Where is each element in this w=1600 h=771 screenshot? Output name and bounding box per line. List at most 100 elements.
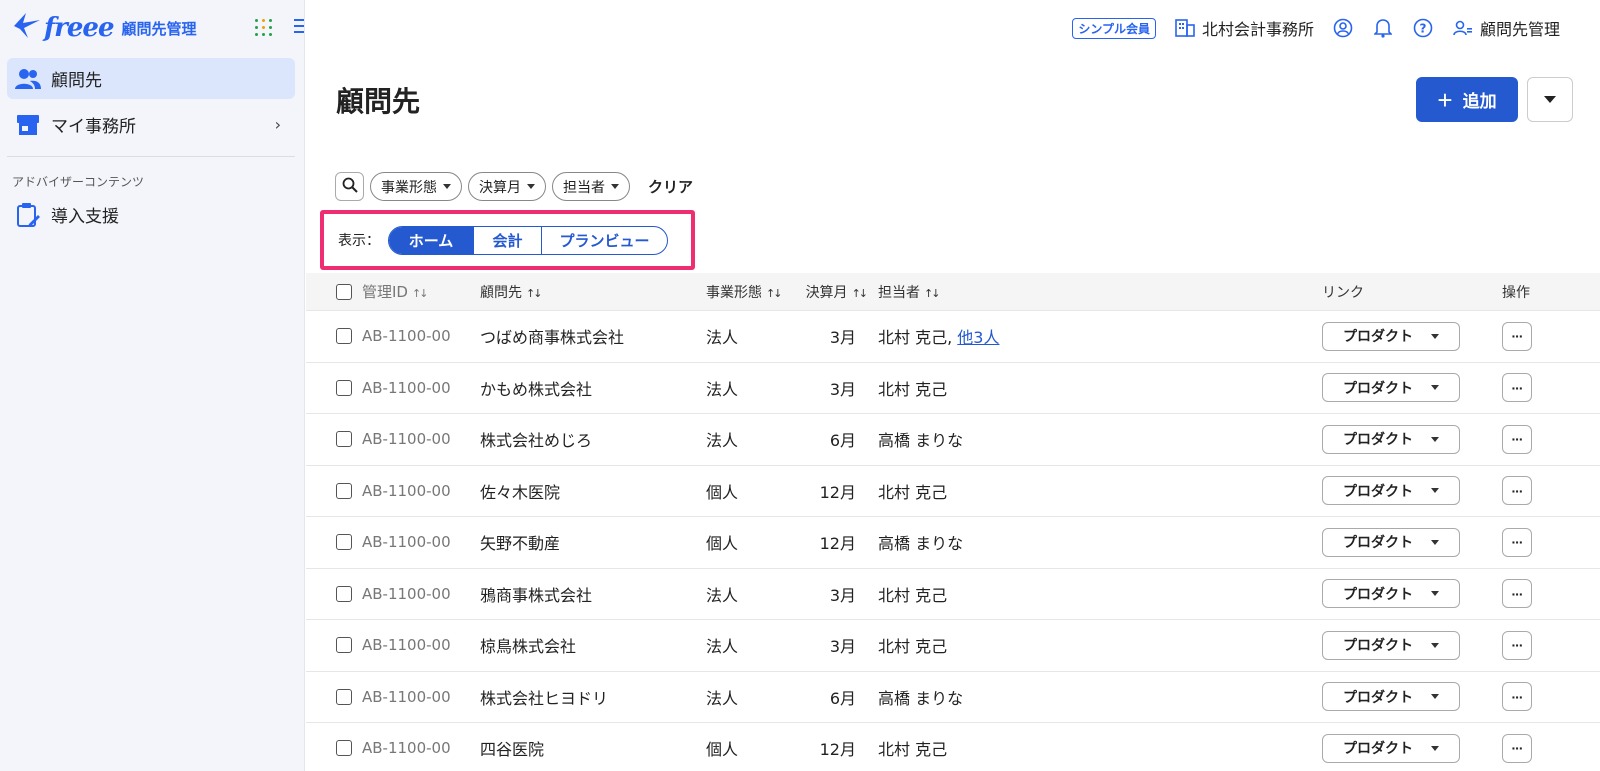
product-dropdown[interactable]: プロダクト [1322, 373, 1460, 403]
cell-name[interactable]: 株式会社ヒヨドリ [480, 685, 706, 709]
cell-staff: 北村 克己, 他3人 [866, 324, 1322, 348]
cell-name[interactable]: 佐々木医院 [480, 479, 706, 503]
product-dropdown[interactable]: プロダクト [1322, 733, 1460, 763]
row-checkbox[interactable] [336, 637, 352, 654]
account-icon[interactable] [1332, 17, 1354, 39]
cell-name[interactable]: 鴉商事株式会社 [480, 582, 706, 606]
staff-name: 北村 克己 [878, 379, 948, 399]
cell-name[interactable]: かもめ株式会社 [480, 376, 706, 400]
row-actions-button[interactable]: ··· [1502, 321, 1532, 351]
cell-staff: 北村 克己 [866, 633, 1322, 657]
product-dropdown[interactable]: プロダクト [1322, 630, 1460, 660]
cell-month: 3月 [829, 328, 856, 348]
table-row[interactable]: AB-1100-00 四谷医院 個人 12月 北村 克己 プロダクト ··· [306, 723, 1600, 771]
col-staff[interactable]: 担当者 ↑↓ [866, 282, 1322, 302]
table-row[interactable]: AB-1100-00 株式会社めじろ 法人 6月 高橋 まりな プロダクト ··… [306, 414, 1600, 466]
add-button[interactable]: + 追加 [1416, 77, 1518, 122]
sort-icon: ↑↓ [924, 286, 941, 300]
user-menu[interactable]: 顧問先管理 [1452, 16, 1560, 40]
product-dropdown[interactable]: プロダクト [1322, 424, 1460, 454]
more-staff-link[interactable]: 他3人 [957, 328, 999, 347]
add-options-dropdown[interactable] [1527, 77, 1573, 122]
row-actions-button[interactable]: ··· [1502, 733, 1532, 763]
svg-text:?: ? [1420, 22, 1427, 36]
product-dropdown[interactable]: プロダクト [1322, 321, 1460, 351]
col-id[interactable]: 管理ID ↑↓ [362, 281, 480, 302]
row-checkbox[interactable] [336, 585, 352, 602]
cell-id: AB-1100-00 [362, 584, 451, 603]
cell-name[interactable]: 四谷医院 [480, 736, 706, 760]
table-row[interactable]: AB-1100-00 かもめ株式会社 法人 3月 北村 克己 プロダクト ··· [306, 363, 1600, 414]
row-actions-button[interactable]: ··· [1502, 630, 1532, 660]
col-op: 操作 [1502, 284, 1530, 301]
row-checkbox[interactable] [336, 379, 352, 396]
table-row[interactable]: AB-1100-00 つばめ商事株式会社 法人 3月 北村 克己, 他3人 プロ… [306, 311, 1600, 363]
row-checkbox[interactable] [336, 740, 352, 757]
cell-id: AB-1100-00 [362, 378, 451, 397]
row-actions-button[interactable]: ··· [1502, 527, 1532, 557]
bell-icon[interactable] [1372, 17, 1394, 39]
row-checkbox[interactable] [336, 328, 352, 345]
select-all-checkbox[interactable] [336, 283, 352, 300]
sidebar-item-my-office[interactable]: マイ事務所 › [7, 104, 295, 145]
filter-label: 決算月 [479, 178, 521, 195]
clients-table: 管理ID ↑↓ 顧問先 ↑↓ 事業形態 ↑↓ 決算月 ↑↓ 担当者 ↑↓ リンク 操作 A… [306, 273, 1600, 771]
table-row[interactable]: AB-1100-00 矢野不動産 個人 12月 高橋 まりな プロダクト ··· [306, 517, 1600, 569]
product-dropdown[interactable]: プロダクト [1322, 682, 1460, 712]
view-option-accounting[interactable]: 会計 [473, 226, 541, 254]
caret-down-icon [1431, 333, 1439, 339]
cell-name[interactable]: 椋鳥株式会社 [480, 633, 706, 657]
filter-business-type[interactable]: 事業形態 [370, 172, 462, 201]
clipboard-edit-icon [15, 202, 41, 228]
plus-icon: + [1437, 84, 1453, 115]
product-dropdown[interactable]: プロダクト [1322, 579, 1460, 609]
search-icon [342, 177, 358, 196]
cell-id: AB-1100-00 [362, 327, 451, 346]
cell-name[interactable]: 株式会社めじろ [480, 427, 706, 451]
product-dropdown[interactable]: プロダクト [1322, 476, 1460, 506]
brand[interactable]: freee 顧問先管理 [12, 8, 197, 48]
search-button[interactable] [335, 172, 364, 201]
table-row[interactable]: AB-1100-00 佐々木医院 個人 12月 北村 克己 プロダクト ··· [306, 466, 1600, 517]
sidebar-item-onboarding[interactable]: 導入支援 [7, 194, 295, 235]
cell-name[interactable]: つばめ商事株式会社 [480, 324, 706, 348]
row-checkbox[interactable] [336, 482, 352, 499]
view-option-plan[interactable]: プランビュー [541, 226, 667, 254]
caret-down-icon [1431, 642, 1439, 648]
cell-staff: 高橋 まりな [866, 530, 1322, 554]
table-row[interactable]: AB-1100-00 鴉商事株式会社 法人 3月 北村 克己 プロダクト ··· [306, 569, 1600, 620]
cell-type: 法人 [706, 688, 739, 708]
row-actions-button[interactable]: ··· [1502, 682, 1532, 712]
col-name[interactable]: 顧問先 ↑↓ [480, 282, 706, 302]
cell-id: AB-1100-00 [362, 636, 451, 655]
cell-type: 個人 [706, 534, 739, 554]
col-type[interactable]: 事業形態 ↑↓ [706, 282, 786, 302]
product-dropdown[interactable]: プロダクト [1322, 527, 1460, 557]
row-checkbox[interactable] [336, 688, 352, 705]
col-month[interactable]: 決算月 ↑↓ [786, 282, 869, 302]
sidebar-item-clients[interactable]: 顧問先 [7, 58, 295, 99]
row-actions-button[interactable]: ··· [1502, 476, 1532, 506]
menu-toggle-icon[interactable] [294, 16, 304, 36]
freee-bird-icon [12, 10, 42, 47]
office-switcher[interactable]: 北村会計事務所 [1174, 16, 1314, 40]
cell-id: AB-1100-00 [362, 430, 451, 449]
caret-down-icon [443, 184, 451, 189]
row-actions-button[interactable]: ··· [1502, 373, 1532, 403]
clear-filters-button[interactable]: クリア [648, 176, 693, 197]
help-icon[interactable]: ? [1412, 17, 1434, 39]
row-checkbox[interactable] [336, 431, 352, 448]
app-switcher-icon[interactable] [255, 19, 272, 36]
view-option-home[interactable]: ホーム [389, 226, 473, 254]
staff-name: 北村 克己, [878, 328, 953, 348]
cell-name[interactable]: 矢野不動産 [480, 530, 706, 554]
table-row[interactable]: AB-1100-00 株式会社ヒヨドリ 法人 6月 高橋 まりな プロダクト ·… [306, 672, 1600, 723]
row-checkbox[interactable] [336, 534, 352, 551]
row-actions-button[interactable]: ··· [1502, 579, 1532, 609]
row-actions-button[interactable]: ··· [1502, 424, 1532, 454]
caret-down-icon [1431, 591, 1439, 597]
filter-staff[interactable]: 担当者 [552, 172, 630, 201]
table-row[interactable]: AB-1100-00 椋鳥株式会社 法人 3月 北村 克己 プロダクト ··· [306, 620, 1600, 672]
store-icon [15, 112, 41, 138]
filter-fiscal-month[interactable]: 決算月 [468, 172, 546, 201]
